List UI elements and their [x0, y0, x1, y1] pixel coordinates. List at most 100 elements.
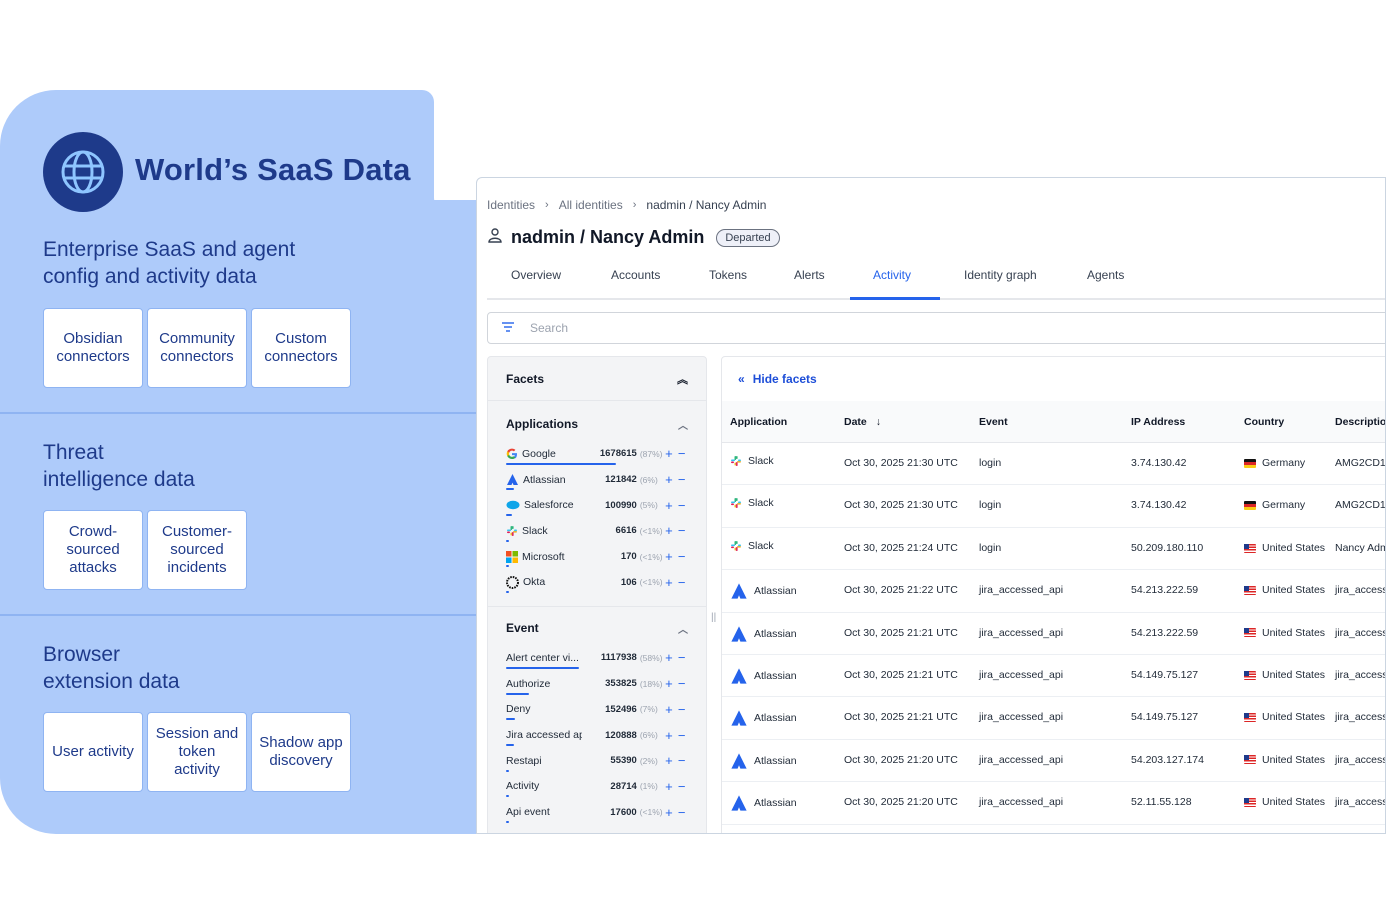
cell-ip-address: 54.149.75.127	[1131, 711, 1199, 724]
include-filter-button[interactable]: +	[663, 650, 676, 665]
cell-country: United States	[1244, 627, 1325, 639]
include-filter-button[interactable]: +	[663, 728, 676, 743]
include-filter-button[interactable]: +	[663, 779, 676, 794]
column-ip-address[interactable]: IP Address	[1131, 416, 1185, 428]
exclude-filter-button[interactable]: −	[675, 472, 688, 487]
facet-item[interactable]: Google 1678615 (87%) + −	[488, 441, 706, 467]
include-filter-button[interactable]: +	[663, 702, 676, 717]
cell-date: Oct 30, 2025 21:21 UTC	[844, 626, 958, 639]
facet-item[interactable]: Atlassian 121842 (6%) + −	[488, 467, 706, 493]
cell-ip-address: 54.149.75.127	[1131, 668, 1199, 681]
exclude-filter-button[interactable]: −	[675, 650, 688, 665]
cell-description: jira_accesse	[1335, 711, 1385, 724]
collapse-all-icon[interactable]: ︽	[677, 371, 688, 387]
exclude-filter-button[interactable]: −	[675, 779, 688, 794]
facet-item[interactable]: Salesforce 100990 (5%) + −	[488, 492, 706, 518]
tab-alerts[interactable]: Alerts	[794, 268, 825, 282]
facet-item[interactable]: Api event 17600 (<1%) + −	[488, 799, 706, 825]
chevron-up-icon[interactable]: ︿	[678, 621, 688, 636]
exclude-filter-button[interactable]: −	[675, 753, 688, 768]
tab-identity-graph[interactable]: Identity graph	[964, 268, 1037, 282]
include-filter-button[interactable]: +	[663, 549, 676, 564]
table-row[interactable]: Atlassian Oct 30, 2025 21:21 UTC jira_acce…	[722, 655, 1385, 698]
exclude-filter-button[interactable]: −	[675, 676, 688, 691]
column-application[interactable]: Application	[730, 416, 787, 428]
facet-item[interactable]: Okta 106 (<1%) + −	[488, 569, 706, 595]
include-filter-button[interactable]: +	[663, 523, 676, 538]
filter-icon[interactable]	[502, 321, 514, 335]
column-country[interactable]: Country	[1244, 416, 1284, 428]
table-row[interactable]: Slack Oct 30, 2025 21:24 UTC login 50.209.1…	[722, 528, 1385, 571]
facet-item[interactable]: Microsoft 170 (<1%) + −	[488, 544, 706, 570]
chip-shadow-app-discovery: Shadow app discovery	[251, 712, 351, 792]
breadcrumb-identities[interactable]: Identities	[487, 198, 535, 212]
facet-label: Deny	[506, 703, 531, 716]
cell-event: jira_accessed_api	[979, 584, 1064, 597]
column-description[interactable]: Description	[1335, 416, 1385, 428]
exclude-filter-button[interactable]: −	[675, 805, 688, 820]
chip-community-connectors: Community connectors	[147, 308, 247, 388]
facet-percent: (<1%)	[639, 525, 663, 536]
tab-activity[interactable]: Activity	[873, 268, 911, 282]
table-row[interactable]: Atlassian Oct 30, 2025 21:21 UTC jira_acce…	[722, 697, 1385, 740]
facet-percent: (5%)	[639, 500, 658, 511]
flag-icon	[1244, 585, 1256, 595]
atlassian-icon	[730, 794, 748, 812]
include-filter-button[interactable]: +	[663, 498, 676, 513]
exclude-filter-button[interactable]: −	[675, 549, 688, 564]
include-filter-button[interactable]: +	[663, 446, 676, 461]
cell-event: jira_accessed_api	[979, 796, 1064, 809]
cell-country: United States	[1244, 711, 1325, 723]
page-title: nadmin / Nancy Admin	[511, 227, 705, 247]
table-row[interactable]: Atlassian Oct 30, 2025 21:22 UTC jira_acce…	[722, 570, 1385, 613]
facet-item[interactable]: Jira accessed api 120888 (6%) + −	[488, 722, 706, 748]
facet-item[interactable]: Activity 28714 (1%) + −	[488, 774, 706, 800]
cell-description: jira_accesse	[1335, 753, 1385, 766]
cell-ip-address: 3.74.130.42	[1131, 499, 1187, 512]
cell-description: AMG2CD1	[1335, 457, 1386, 469]
column-date[interactable]: Date ↓	[844, 416, 881, 428]
tab-accounts[interactable]: Accounts	[611, 268, 660, 282]
facet-item[interactable]: Search16000(<1%)+−	[488, 825, 706, 833]
include-filter-button[interactable]: +	[663, 830, 676, 833]
breadcrumb-all-identities[interactable]: All identities	[559, 198, 623, 212]
facet-item[interactable]: Restapi 55390 (2%) + −	[488, 748, 706, 774]
include-filter-button[interactable]: +	[663, 575, 676, 590]
include-filter-button[interactable]: +	[663, 472, 676, 487]
search-input[interactable]: Search	[487, 312, 1385, 344]
include-filter-button[interactable]: +	[663, 805, 676, 820]
exclude-filter-button[interactable]: −	[675, 830, 688, 833]
chevron-up-icon[interactable]: ︿	[678, 417, 688, 432]
hide-facets-button[interactable]: « Hide facets	[722, 357, 1385, 401]
tab-tokens[interactable]: Tokens	[709, 268, 747, 282]
exclude-filter-button[interactable]: −	[675, 446, 688, 461]
facet-item[interactable]: Authorize 353825 (18%) + −	[488, 671, 706, 697]
exclude-filter-button[interactable]: −	[675, 702, 688, 717]
column-event[interactable]: Event	[979, 416, 1008, 428]
tab-agents[interactable]: Agents	[1087, 268, 1124, 282]
facet-item[interactable]: Alert center vi... 1117938 (58%) + −	[488, 645, 706, 671]
facet-label: Activity	[506, 780, 540, 793]
microsoft-icon	[506, 550, 518, 563]
tab-overview[interactable]: Overview	[511, 268, 561, 282]
facet-item[interactable]: Deny 152496 (7%) + −	[488, 697, 706, 723]
cell-description: jira_accesse	[1335, 584, 1385, 597]
table-row[interactable]: Atlassian Oct 30, 2025 21:21 UTC jira_acce…	[722, 613, 1385, 655]
facet-item[interactable]: Slack 6616 (<1%) + −	[488, 518, 706, 544]
table-row[interactable]: Atlassian Oct 30, 2025 21:20 UTC jira_acce…	[722, 740, 1385, 783]
cell-date: Oct 30, 2025 21:30 UTC	[844, 499, 958, 512]
include-filter-button[interactable]: +	[663, 753, 676, 768]
exclude-filter-button[interactable]: −	[675, 523, 688, 538]
atlassian-icon	[506, 473, 519, 486]
facet-group-applications[interactable]: Applications ︿	[488, 407, 706, 441]
table-row[interactable]: Slack Oct 30, 2025 21:30 UTC login 3.74.130…	[722, 443, 1386, 486]
exclude-filter-button[interactable]: −	[675, 498, 688, 513]
table-row[interactable]: Atlassian Oct 30, 2025 21:20 UTC jira_acce…	[722, 782, 1385, 825]
exclude-filter-button[interactable]: −	[675, 728, 688, 743]
resize-handle[interactable]: ||	[711, 612, 716, 623]
facet-group-event[interactable]: Event ︿	[488, 611, 706, 645]
table-row[interactable]: Slack Oct 30, 2025 21:30 UTC login 3.74.130…	[722, 485, 1385, 528]
slack-icon	[730, 455, 742, 467]
include-filter-button[interactable]: +	[663, 676, 676, 691]
exclude-filter-button[interactable]: −	[675, 575, 688, 590]
